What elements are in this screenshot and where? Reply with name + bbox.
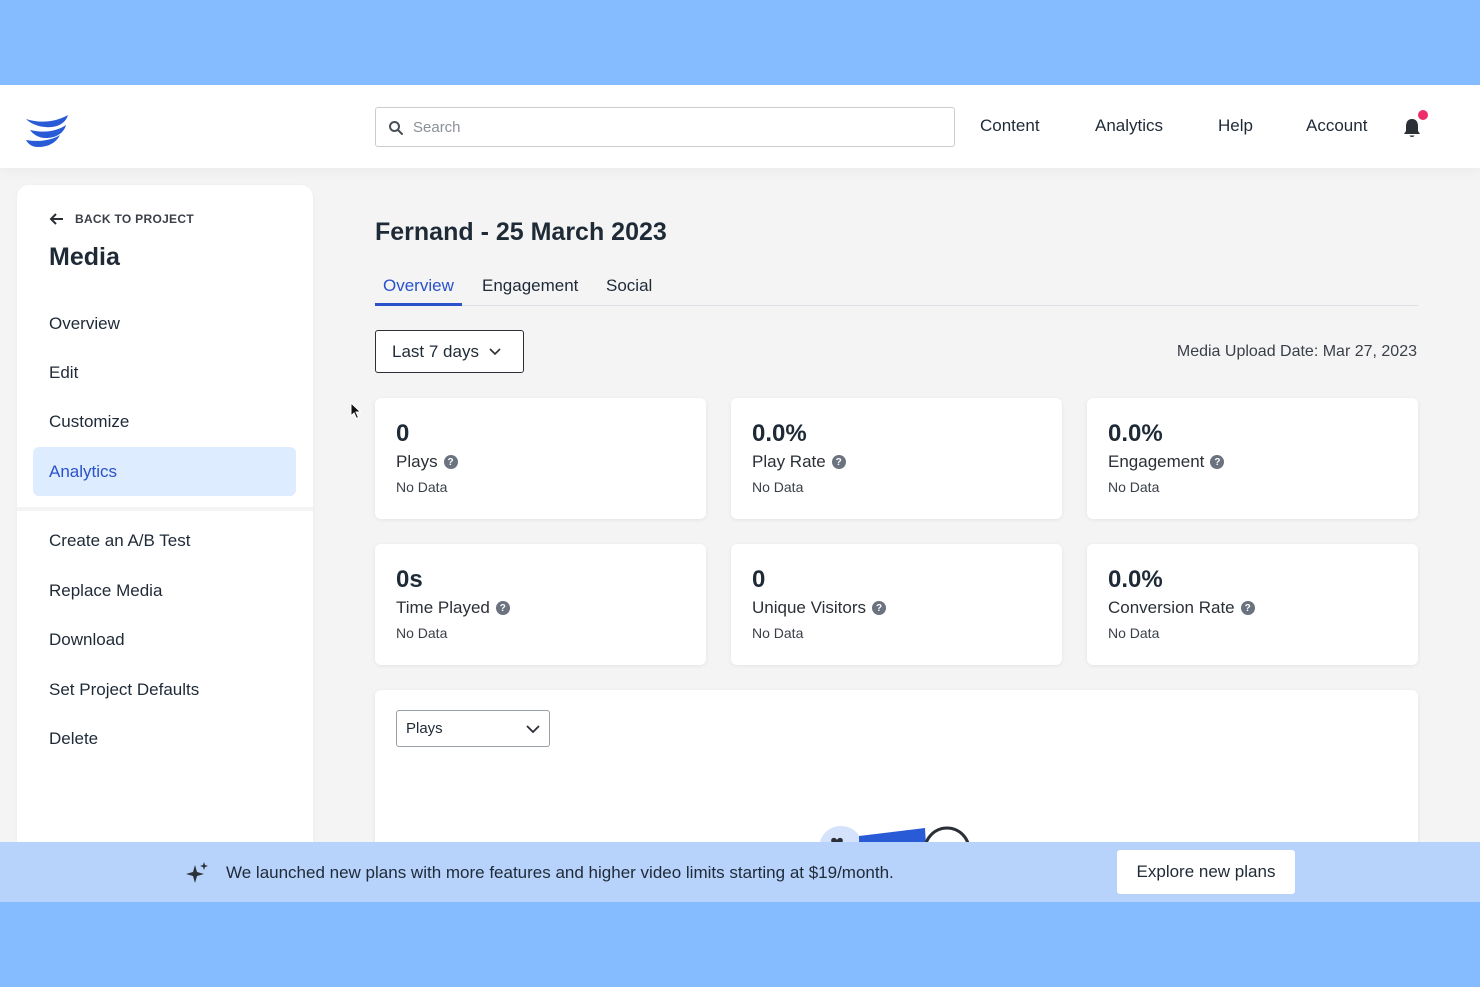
- notification-badge: [1418, 110, 1428, 120]
- sidebar-item-project-defaults[interactable]: Set Project Defaults: [33, 665, 296, 714]
- tab-overview[interactable]: Overview: [375, 276, 462, 306]
- banner-message: We launched new plans with more features…: [226, 863, 894, 882]
- date-range-value: Last 7 days: [392, 341, 479, 361]
- stat-label: Engagement ?: [1108, 452, 1225, 472]
- sidebar-item-overview[interactable]: Overview: [33, 299, 296, 348]
- help-icon[interactable]: ?: [1240, 601, 1255, 615]
- sidebar-title: Media: [49, 243, 120, 271]
- stat-label: Conversion Rate ?: [1108, 598, 1255, 618]
- promo-banner: We launched new plans with more features…: [0, 842, 1480, 902]
- back-to-project-link[interactable]: BACK TO PROJECT: [49, 211, 194, 227]
- sidebar-item-analytics[interactable]: Analytics: [33, 447, 296, 496]
- search-icon: [389, 121, 403, 135]
- sidebar-divider: [17, 507, 313, 511]
- sidebar-item-download[interactable]: Download: [33, 615, 296, 664]
- nav-link-content[interactable]: Content: [980, 116, 1040, 136]
- app-window: Content Analytics Help Account BACK TO P…: [0, 85, 1480, 902]
- stat-subtext: No Data: [752, 479, 804, 495]
- nav-link-analytics[interactable]: Analytics: [1095, 116, 1163, 136]
- stat-value: 0.0%: [1108, 566, 1163, 593]
- stat-value: 0: [396, 420, 410, 447]
- help-icon[interactable]: ?: [1210, 455, 1225, 469]
- sidebar-item-replace-media[interactable]: Replace Media: [33, 566, 296, 615]
- sidebar-item-customize[interactable]: Customize: [33, 397, 296, 446]
- help-icon[interactable]: ?: [443, 455, 458, 469]
- stat-subtext: No Data: [752, 625, 804, 641]
- help-icon[interactable]: ?: [872, 601, 887, 615]
- stat-label-text: Conversion Rate: [1108, 598, 1235, 617]
- mouse-cursor-icon: [350, 402, 362, 420]
- stat-value: 0.0%: [1108, 420, 1163, 447]
- search-input[interactable]: [413, 108, 943, 146]
- chevron-down-icon: [489, 347, 501, 355]
- tab-bar: Overview Engagement Social: [375, 270, 1418, 306]
- stat-subtext: No Data: [1108, 479, 1160, 495]
- stat-card-conversion-rate: 0.0% Conversion Rate ? No Data: [1087, 544, 1418, 665]
- stat-value: 0: [752, 566, 766, 593]
- stat-card-unique-visitors: 0 Unique Visitors ? No Data: [731, 544, 1062, 665]
- brand-logo-icon[interactable]: [24, 113, 70, 149]
- stat-label-text: Play Rate: [752, 452, 826, 471]
- media-upload-date: Media Upload Date: Mar 27, 2023: [1176, 343, 1417, 360]
- tab-social[interactable]: Social: [598, 276, 660, 306]
- help-icon[interactable]: ?: [831, 455, 846, 469]
- sidebar: BACK TO PROJECT Media Overview Edit Cust…: [17, 185, 313, 902]
- stat-subtext: No Data: [1108, 625, 1160, 641]
- nav-link-help[interactable]: Help: [1218, 116, 1253, 136]
- stat-card-time-played: 0s Time Played ? No Data: [375, 544, 706, 665]
- stat-label: Unique Visitors ?: [752, 598, 887, 618]
- tab-engagement[interactable]: Engagement: [474, 276, 586, 306]
- stat-subtext: No Data: [396, 479, 448, 495]
- search-box[interactable]: [375, 107, 955, 147]
- nav-link-account[interactable]: Account: [1306, 116, 1367, 136]
- sidebar-item-edit[interactable]: Edit: [33, 348, 296, 397]
- stat-label-text: Time Played: [396, 598, 490, 617]
- sidebar-item-delete[interactable]: Delete: [33, 714, 296, 763]
- stat-label-text: Engagement: [1108, 452, 1205, 471]
- metric-dropdown[interactable]: Plays: [396, 710, 550, 747]
- metric-dropdown-value: Plays: [406, 720, 443, 737]
- stat-label: Plays ?: [396, 452, 458, 472]
- page-title: Fernand - 25 March 2023: [375, 218, 667, 246]
- stat-label-text: Plays: [396, 452, 438, 471]
- top-nav: Content Analytics Help Account: [0, 85, 1480, 168]
- chevron-down-icon: [526, 725, 540, 734]
- stat-subtext: No Data: [396, 625, 448, 641]
- help-icon[interactable]: ?: [495, 601, 510, 615]
- explore-plans-button[interactable]: Explore new plans: [1117, 850, 1295, 894]
- stat-card-play-rate: 0.0% Play Rate ? No Data: [731, 398, 1062, 519]
- stat-label: Play Rate ?: [752, 452, 846, 472]
- date-range-dropdown[interactable]: Last 7 days: [375, 330, 524, 373]
- sparkle-icon: [186, 862, 208, 883]
- arrow-left-icon: [49, 213, 63, 225]
- stat-card-engagement: 0.0% Engagement ? No Data: [1087, 398, 1418, 519]
- stat-value: 0.0%: [752, 420, 807, 447]
- notification-bell-icon[interactable]: [1402, 117, 1422, 139]
- sidebar-item-ab-test[interactable]: Create an A/B Test: [33, 516, 296, 565]
- stat-card-plays: 0 Plays ? No Data: [375, 398, 706, 519]
- stat-label-text: Unique Visitors: [752, 598, 867, 617]
- stat-label: Time Played ?: [396, 598, 510, 618]
- stat-value: 0s: [396, 566, 423, 593]
- back-to-project-label: BACK TO PROJECT: [75, 212, 194, 226]
